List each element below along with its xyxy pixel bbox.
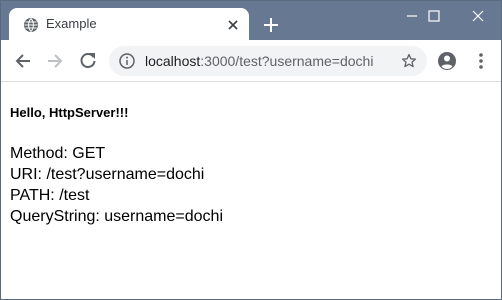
star-icon[interactable] [401, 53, 417, 69]
account-circle-icon[interactable] [437, 51, 457, 71]
tab-example[interactable]: Example [9, 8, 249, 40]
url-host: localhost [145, 53, 201, 69]
tab-title: Example [46, 16, 97, 31]
url-text[interactable]: localhost:3000/test?username=dochi [145, 53, 373, 69]
browser-window: Example localhost:3000/test?username=doc… [0, 0, 502, 300]
new-tab-icon[interactable] [261, 15, 281, 35]
back-arrow-icon[interactable] [13, 51, 33, 71]
title-bar: Example [1, 1, 501, 40]
greeting-heading: Hello, HttpServer!!! [10, 105, 129, 120]
reload-icon[interactable] [78, 51, 98, 71]
globe-icon [24, 18, 38, 32]
address-bar[interactable]: localhost:3000/test?username=dochi [109, 46, 427, 76]
tab-close-icon[interactable] [225, 17, 241, 33]
page-content: Hello, HttpServer!!! Method: GET URI: /t… [1, 83, 501, 299]
forward-arrow-icon[interactable] [45, 51, 65, 71]
maximize-button[interactable] [411, 1, 457, 31]
url-path: :3000/test?username=dochi [200, 53, 374, 69]
browser-toolbar: localhost:3000/test?username=dochi [1, 40, 501, 82]
info-icon[interactable] [119, 53, 135, 69]
close-icon [472, 10, 484, 22]
more-vert-icon[interactable] [473, 51, 489, 71]
querystring-line: QueryString: username=dochi [10, 208, 223, 225]
uri-line: URI: /test?username=dochi [10, 166, 205, 183]
path-line: PATH: /test [10, 187, 90, 204]
method-line: Method: GET [10, 145, 106, 162]
close-window-button[interactable] [455, 1, 501, 31]
maximize-icon [428, 10, 440, 22]
